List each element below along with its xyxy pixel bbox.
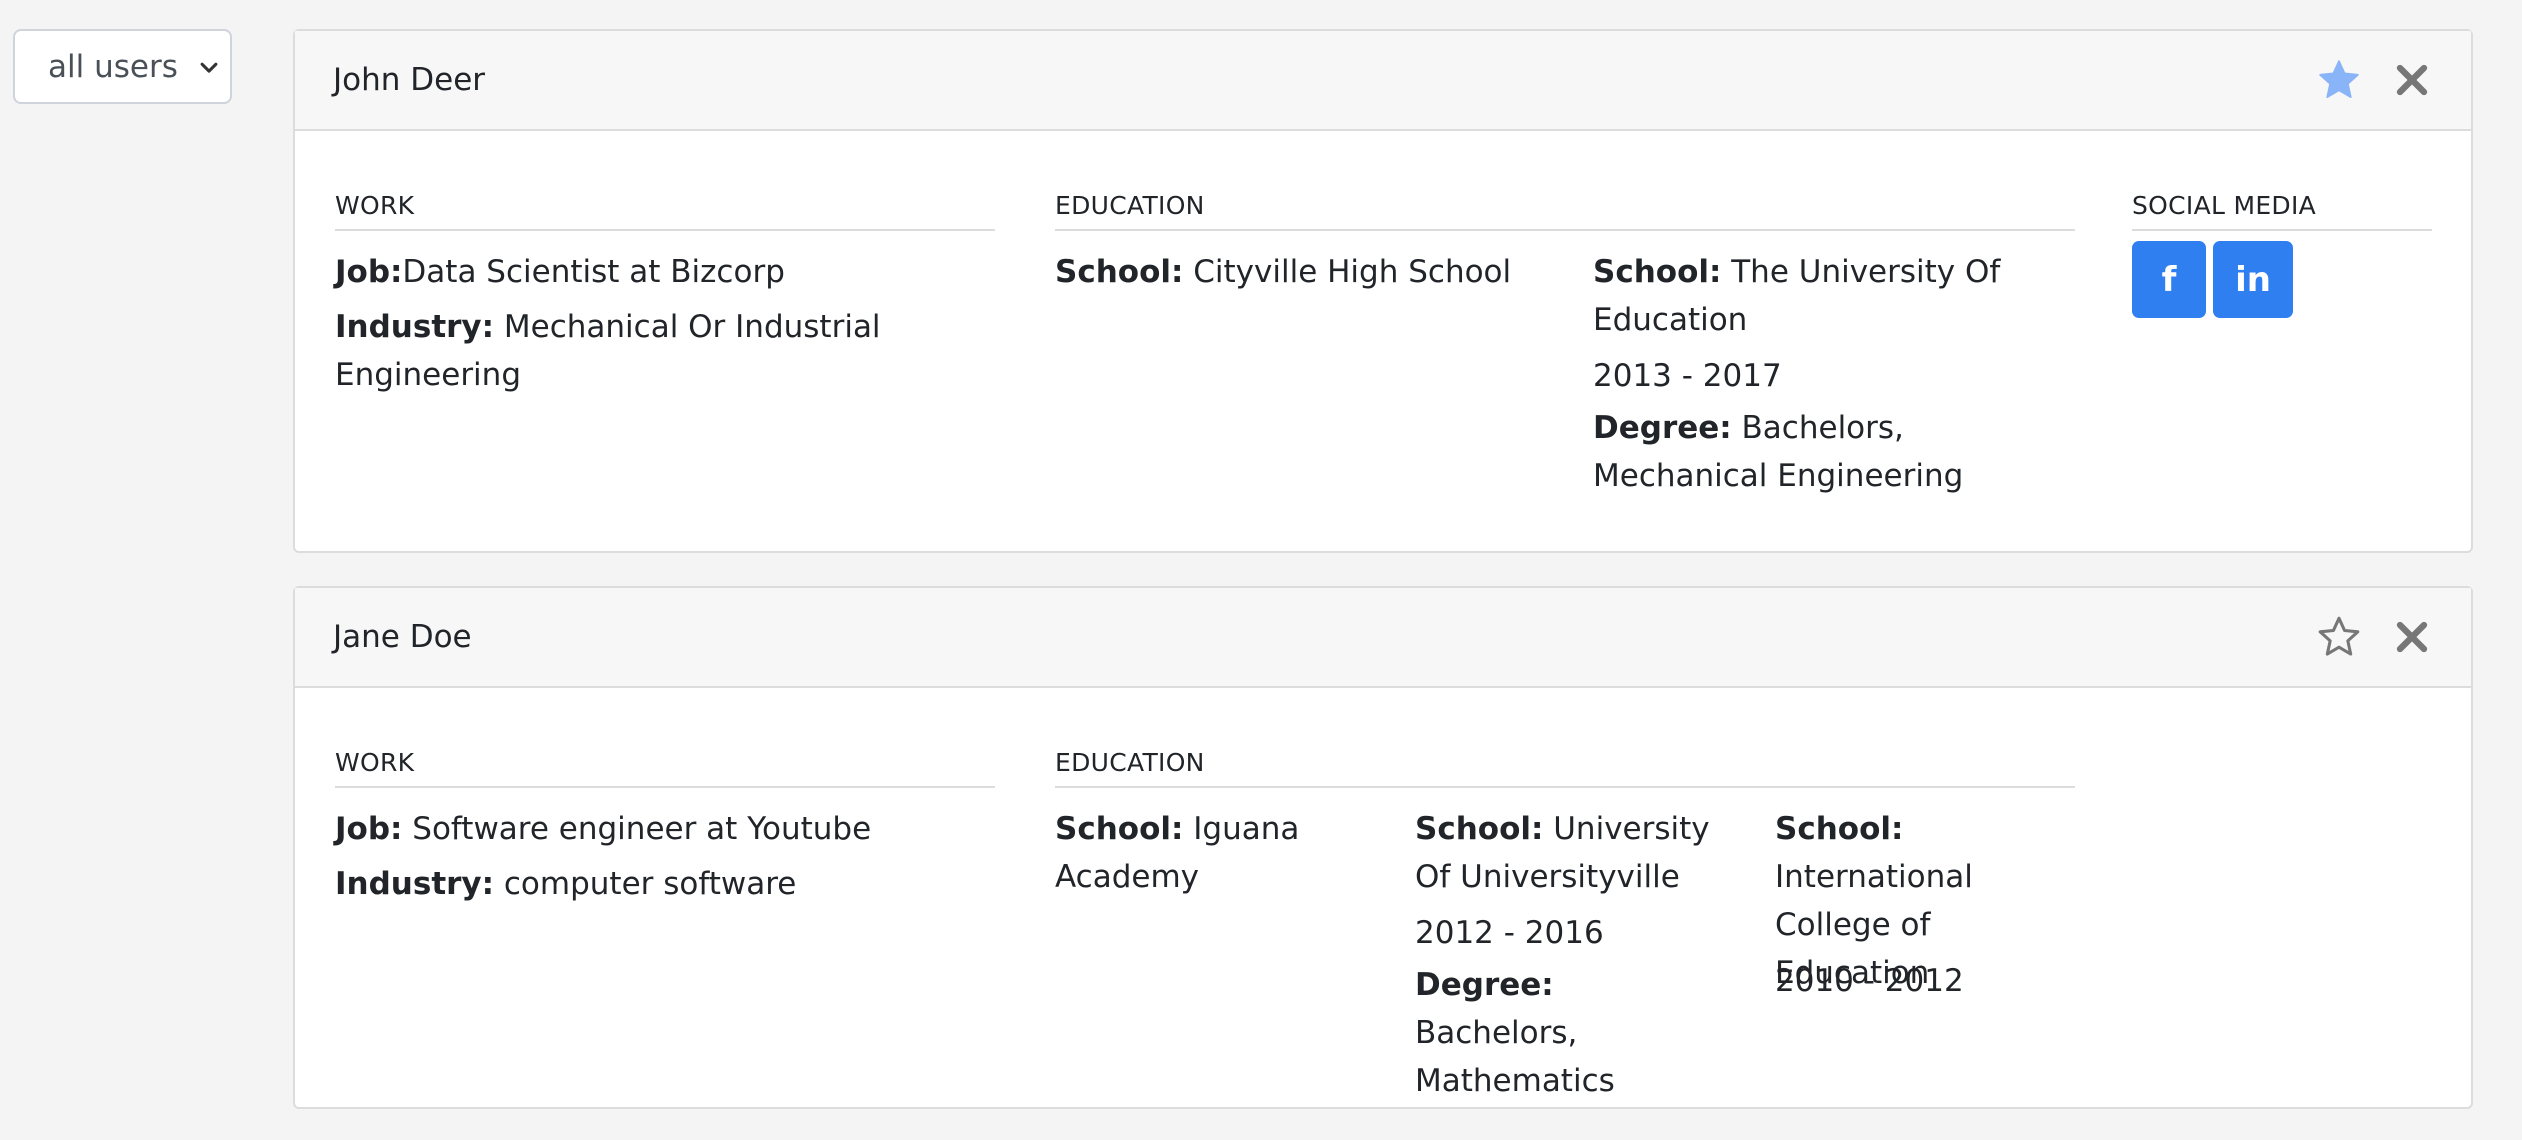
degree-field: Degree: Bachelors, Mechanical Engineerin…	[1593, 404, 2073, 500]
school-entry: School:	[1775, 805, 2085, 853]
degree-label: Degree:	[1593, 410, 1732, 446]
school-label: School:	[1775, 811, 1904, 847]
degree-label: Degree:	[1415, 967, 1554, 1003]
job-label: Job:	[335, 811, 403, 847]
school-label: School:	[1055, 811, 1184, 847]
remove-user-button[interactable]	[2389, 57, 2435, 103]
degree-field: Degree: Bachelors, Mathematics	[1415, 961, 1725, 1105]
favorite-star-button[interactable]	[2316, 57, 2362, 103]
school-years: 2012 - 2016	[1415, 915, 1604, 951]
user-card-header: Jane Doe	[295, 588, 2471, 688]
linkedin-icon: in	[2235, 259, 2271, 300]
school-entry: School: Iguana Academy	[1055, 805, 1365, 901]
work-section-title: WORK	[335, 748, 995, 788]
school-years: 2013 - 2017	[1593, 358, 1782, 394]
school-entry: School: University Of Universityville	[1415, 805, 1725, 901]
star-outline-icon	[2318, 616, 2360, 656]
chevron-down-icon	[200, 62, 218, 73]
facebook-button[interactable]: f	[2132, 241, 2206, 318]
star-filled-icon	[2319, 60, 2359, 99]
industry-label: Industry:	[335, 309, 495, 345]
school-label: School:	[1055, 254, 1184, 290]
user-filter-value: all users	[48, 48, 178, 85]
job-label: Job:	[335, 254, 403, 290]
school-label: School:	[1593, 254, 1722, 290]
social-section-title: SOCIAL MEDIA	[2132, 191, 2432, 231]
industry-label: Industry:	[335, 866, 495, 902]
industry-field: Industry: computer software	[335, 860, 995, 908]
facebook-icon: f	[2161, 259, 2177, 300]
school-label: School:	[1415, 811, 1544, 847]
close-icon	[2396, 64, 2428, 96]
education-section-title: EDUCATION	[1055, 748, 2075, 788]
favorite-star-button[interactable]	[2316, 614, 2362, 660]
user-card-header: John Deer	[295, 31, 2471, 131]
education-section-title: EDUCATION	[1055, 191, 2075, 231]
remove-user-button[interactable]	[2389, 614, 2435, 660]
school-entry: School: The University Of Education	[1593, 248, 2073, 344]
job-value: Data Scientist at Bizcorp	[402, 254, 785, 290]
work-section-title: WORK	[335, 191, 995, 231]
user-filter-select[interactable]: all users	[13, 29, 232, 104]
user-name: John Deer	[333, 62, 486, 98]
close-icon	[2396, 621, 2428, 653]
school-years: 2010 - 2012	[1775, 963, 1964, 999]
job-field: Job:Data Scientist at Bizcorp	[335, 248, 995, 296]
job-value: Software engineer at Youtube	[402, 811, 872, 847]
user-card: John Deer WORK Job:Data Scientist at Biz…	[293, 29, 2473, 553]
user-card: Jane Doe WORK Job: Software engineer at …	[293, 586, 2473, 1109]
industry-value: computer software	[494, 866, 797, 902]
school-value: Cityville High School	[1183, 254, 1512, 290]
school-entry: School: Cityville High School	[1055, 248, 1555, 296]
user-name: Jane Doe	[333, 619, 472, 655]
linkedin-button[interactable]: in	[2213, 241, 2293, 318]
degree-value: Bachelors, Mathematics	[1415, 1015, 1615, 1099]
job-field: Job: Software engineer at Youtube	[335, 805, 995, 853]
industry-field: Industry: Mechanical Or Industrial Engin…	[335, 303, 895, 399]
